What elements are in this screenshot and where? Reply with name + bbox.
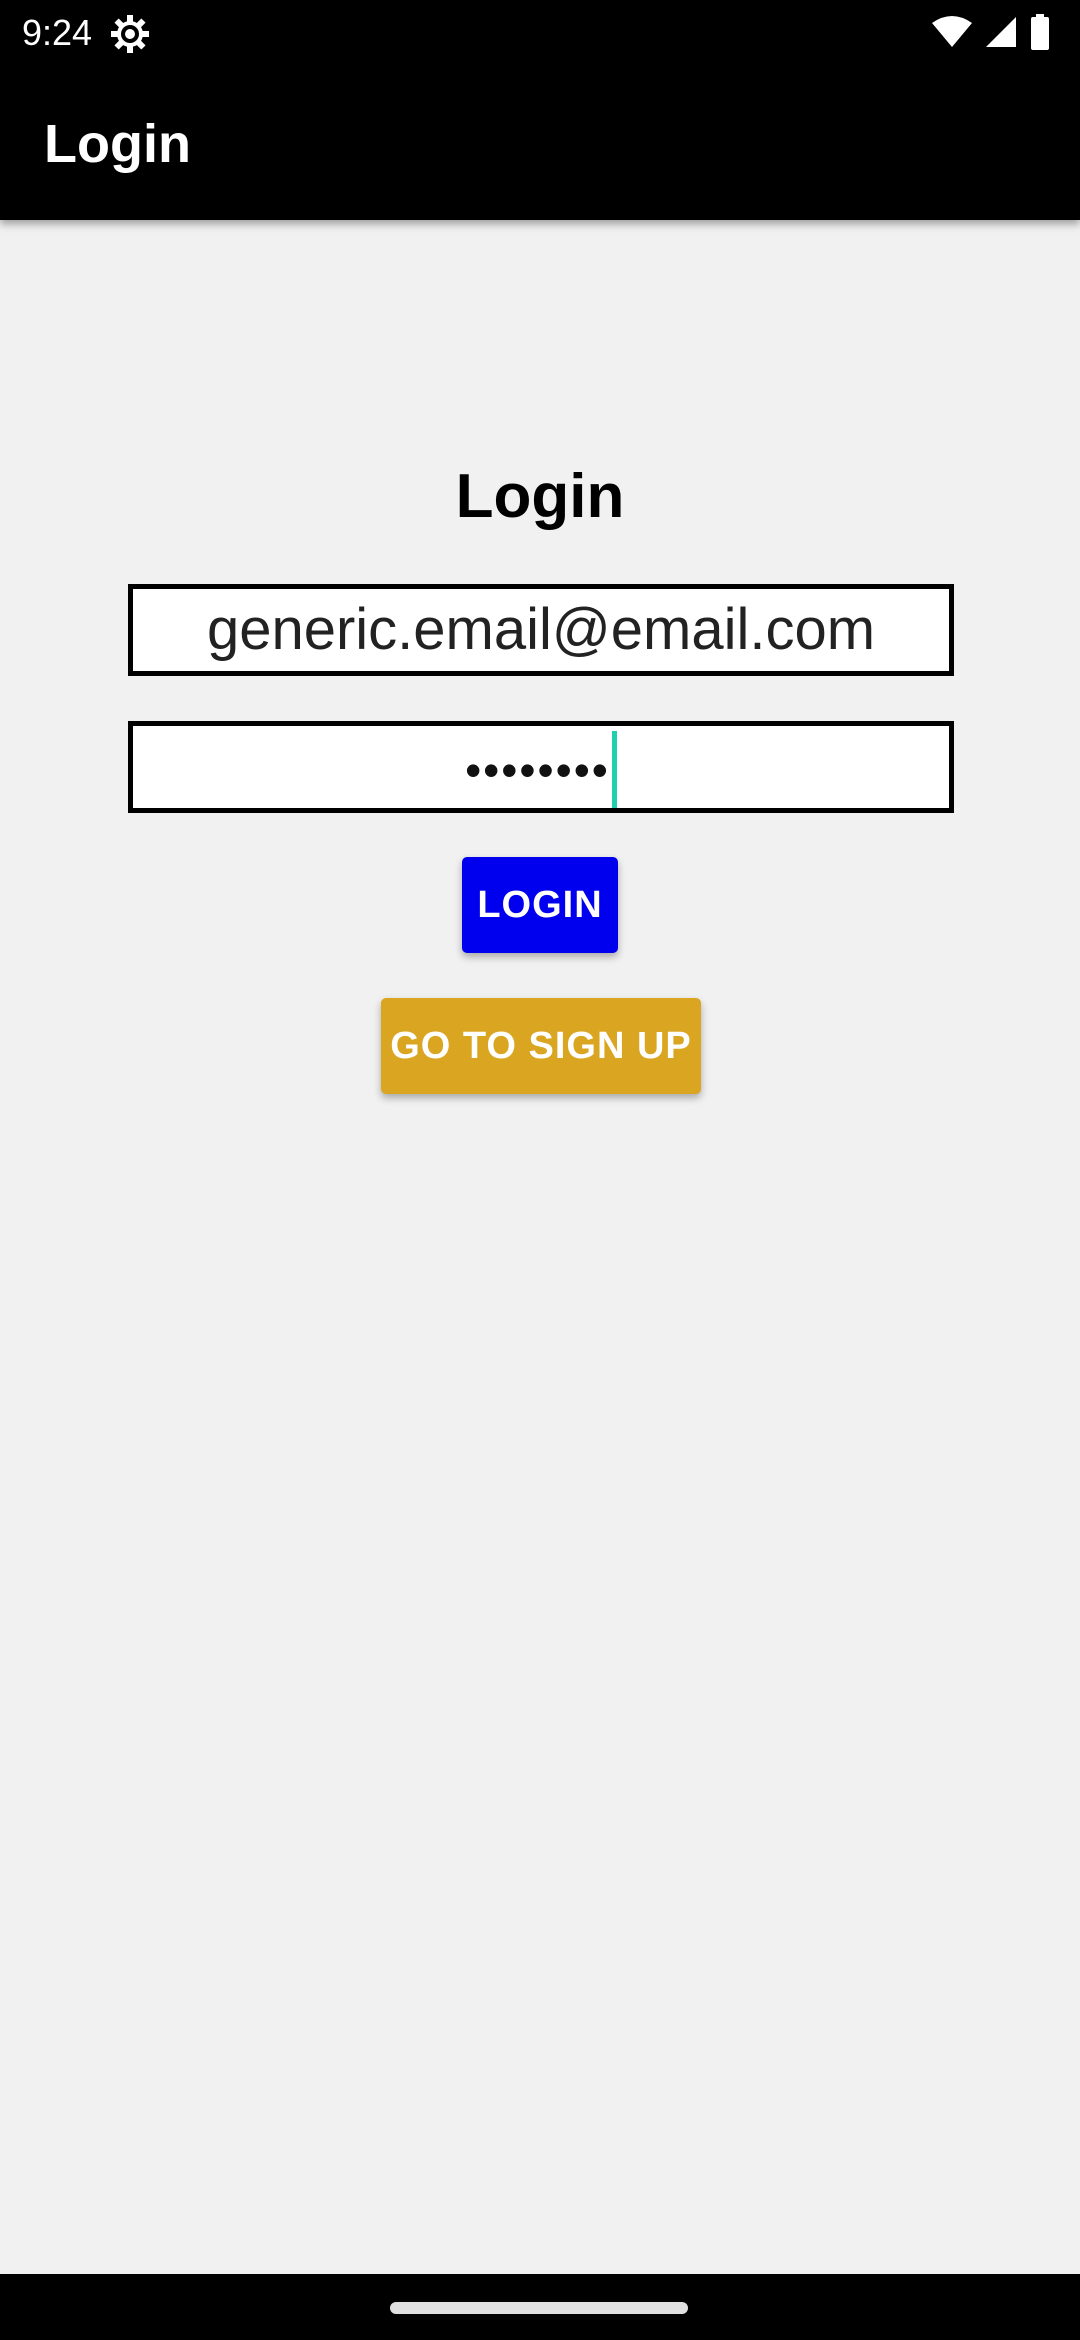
login-heading: Login bbox=[455, 462, 625, 531]
status-bar: 9:24 bbox=[0, 0, 1080, 66]
settings-gear-icon bbox=[110, 14, 150, 54]
cell-signal-icon bbox=[984, 15, 1018, 54]
battery-icon bbox=[1030, 13, 1050, 55]
wifi-icon bbox=[932, 15, 972, 54]
system-navigation-bar bbox=[0, 2274, 1080, 2340]
go-to-sign-up-button[interactable]: GO TO SIGN UP bbox=[381, 998, 701, 1094]
password-input[interactable]: •••••••• bbox=[128, 721, 954, 813]
app-bar-title: Login bbox=[44, 114, 191, 174]
email-input[interactable]: generic.email@email.com bbox=[128, 584, 954, 676]
password-masked-value: •••••••• bbox=[465, 744, 610, 796]
app-bar: Login bbox=[0, 66, 1080, 220]
status-time: 9:24 bbox=[22, 12, 93, 53]
status-indicators bbox=[932, 13, 1050, 55]
text-cursor bbox=[611, 731, 617, 808]
home-gesture-handle[interactable] bbox=[390, 2302, 688, 2314]
login-button[interactable]: LOGIN bbox=[462, 857, 618, 953]
email-value: generic.email@email.com bbox=[206, 597, 876, 662]
